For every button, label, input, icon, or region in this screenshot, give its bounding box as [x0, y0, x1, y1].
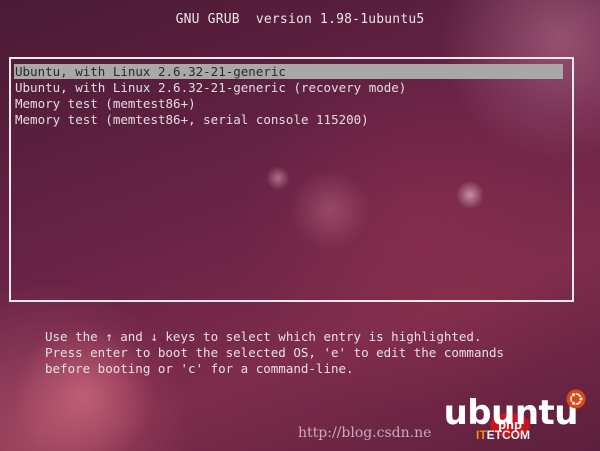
ubuntu-logo: ubuntu: [443, 393, 579, 433]
boot-entry-ubuntu[interactable]: Ubuntu, with Linux 2.6.32-21-generic: [14, 64, 563, 79]
boot-entry-memtest-serial[interactable]: Memory test (memtest86+, serial console …: [14, 112, 369, 127]
grub-boot-screen: GNU GRUB version 1.98-1ubuntu5 Ubuntu, w…: [0, 0, 600, 451]
boot-menu: Ubuntu, with Linux 2.6.32-21-generic Ubu…: [9, 57, 574, 302]
circle-of-friends-icon: [566, 389, 586, 409]
grub-version-title: GNU GRUB version 1.98-1ubuntu5: [175, 12, 425, 27]
help-text: Use the ↑ and ↓ keys to select which ent…: [45, 329, 504, 377]
help-line-navigate: Use the ↑ and ↓ keys to select which ent…: [45, 329, 482, 344]
boot-entry-memtest[interactable]: Memory test (memtest86+): [14, 96, 196, 111]
help-line-edit: Press enter to boot the selected OS, 'e'…: [45, 345, 505, 360]
watermark-url: http://blog.csdn.ne: [298, 425, 432, 441]
help-line-command: before booting or 'c' for a command-line…: [45, 361, 354, 376]
boot-entry-ubuntu-recovery[interactable]: Ubuntu, with Linux 2.6.32-21-generic (re…: [14, 80, 406, 95]
